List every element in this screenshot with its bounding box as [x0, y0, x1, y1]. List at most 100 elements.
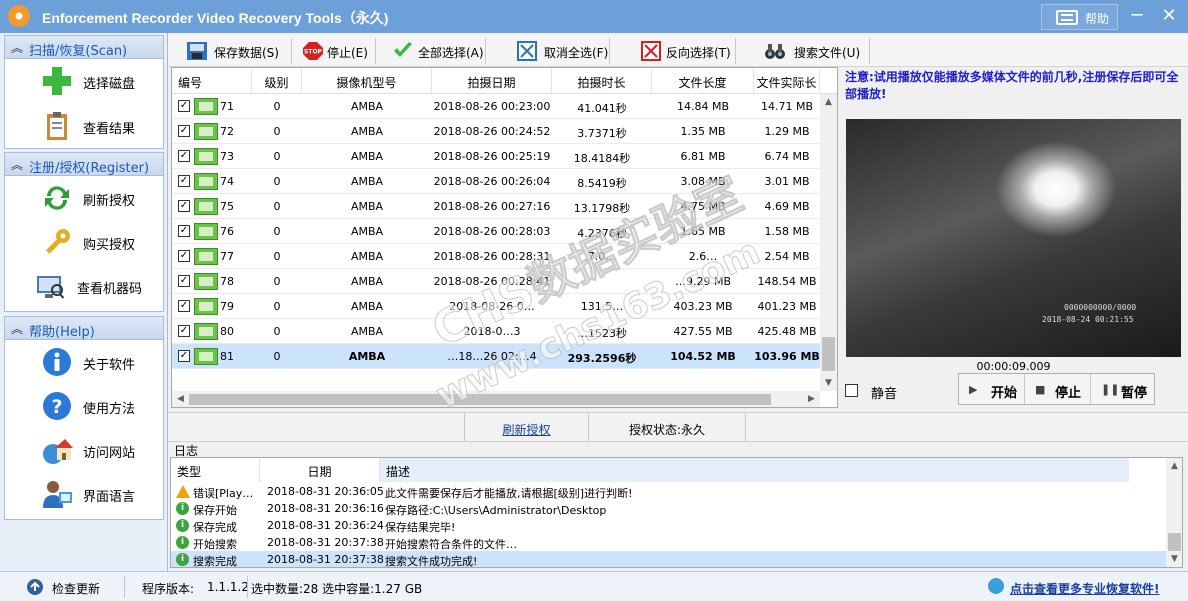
row-checkbox[interactable]: ✓ — [178, 225, 190, 237]
column-header-size[interactable]: 文件长度 — [652, 68, 754, 94]
pause-button[interactable]: ❚❚ 暂停 — [1091, 374, 1155, 404]
log-row[interactable]: i 保存开始 2018-08-31 20:36:16 保存路径:C:\Users\Ad… — [171, 500, 1166, 517]
sidebar-item-view-results[interactable]: 查看结果 — [41, 108, 161, 144]
sidebar-item-label: 使用方法 — [83, 402, 136, 417]
more-software-link[interactable]: 点击查看更多专业恢复软件! — [1010, 580, 1159, 597]
sidebar-section-register[interactable]: ︽ 注册/授权(Register) — [4, 152, 164, 176]
sidebar-section-help[interactable]: ︽ 帮助(Help) — [4, 316, 164, 340]
row-checkbox[interactable]: ✓ — [178, 175, 190, 187]
log-row[interactable]: i 搜索完成 2018-08-31 20:37:38 搜索文件成功完成! — [171, 551, 1166, 567]
log-list: 类型 日期 描述 错误[Play… 2018-08-31 20:36:05 此文件需… — [170, 457, 1183, 568]
row-checkbox[interactable]: ✓ — [178, 250, 190, 262]
collapse-chevron-icon: ︽ — [11, 41, 24, 55]
play-button[interactable]: ▶ 开始 — [959, 374, 1025, 404]
invert-selection-button[interactable]: 反向选择(T) — [634, 38, 736, 64]
column-header-date[interactable]: 拍摄日期 — [432, 68, 552, 94]
sidebar-item-label: 选择磁盘 — [83, 77, 136, 92]
scroll-down-arrow-icon[interactable]: ▼ — [1166, 551, 1182, 567]
table-row[interactable]: ✓ 74 0 AMBA 2018-08-26 00:26:04 8.5419秒 3.08 M… — [172, 169, 820, 194]
table-row[interactable]: ✓ 79 0 AMBA 2018-08-26 0… 131.5… 403.23 MB 401.… — [172, 294, 820, 319]
scroll-up-arrow-icon[interactable]: ▲ — [1166, 458, 1182, 474]
log-type: 保存开始 — [193, 504, 237, 517]
row-checkbox[interactable]: ✓ — [178, 150, 190, 162]
table-row[interactable]: ✓ 77 0 AMBA 2018-08-26 00:28:31 7.0… 2.6… 2.54 … — [172, 244, 820, 269]
table-row[interactable]: ✓ 72 0 AMBA 2018-08-26 00:24:52 3.7371秒 1.35 M… — [172, 119, 820, 144]
close-button[interactable]: ✕ — [1154, 4, 1184, 30]
cell-id: 73 — [220, 150, 234, 163]
log-type: 保存完成 — [193, 521, 237, 534]
log-vertical-scrollbar[interactable]: ▲ ▼ — [1166, 458, 1182, 567]
column-header-id[interactable]: 编号 — [172, 68, 252, 94]
cell-level: 0 — [273, 250, 281, 263]
table-row[interactable]: ✓ 75 0 AMBA 2018-08-26 00:27:16 13.1798秒 4.75 … — [172, 194, 820, 219]
row-checkbox[interactable]: ✓ — [178, 100, 190, 112]
column-header-model[interactable]: 摄像机型号 — [302, 68, 432, 94]
sidebar-item-usage[interactable]: ? 使用方法 — [41, 388, 161, 424]
sidebar-item-about[interactable]: 关于软件 — [41, 344, 161, 380]
refresh-icon — [45, 186, 69, 210]
log-column-date[interactable]: 日期 — [259, 458, 379, 482]
table-vertical-scrollbar[interactable]: ▲ ▼ — [820, 94, 837, 391]
table-row[interactable]: ✓ 73 0 AMBA 2018-08-26 00:25:19 18.4184秒 6.81 … — [172, 144, 820, 169]
column-header-actual-size[interactable]: 文件实际长 — [754, 68, 820, 94]
stop-playback-button[interactable]: ■ 停止 — [1025, 374, 1091, 404]
log-row[interactable]: 错误[Play… 2018-08-31 20:36:05 此文件需要保存后才能播放,… — [171, 483, 1166, 500]
checkbox-box[interactable] — [845, 384, 858, 397]
scroll-up-arrow-icon[interactable]: ▲ — [820, 94, 837, 110]
info-icon: i — [176, 502, 189, 515]
column-header-duration[interactable]: 拍摄时长 — [552, 68, 652, 94]
sidebar-section-body: 关于软件 ? 使用方法 访问网站 界面语言 — [4, 340, 164, 520]
toolbar-label: 保存数据(S) — [214, 46, 279, 60]
video-preview[interactable]: 0000000000/0000 2018-08-24 00:21:55 — [846, 119, 1181, 357]
scroll-down-arrow-icon[interactable]: ▼ — [820, 375, 837, 391]
unselect-all-button[interactable]: 取消全选(F) — [510, 38, 610, 64]
sidebar-item-machine-code[interactable]: 查看机器码 — [35, 268, 155, 304]
row-checkbox[interactable]: ✓ — [178, 200, 190, 212]
scroll-thumb[interactable] — [1168, 533, 1181, 551]
column-header-level[interactable]: 级别 — [252, 68, 302, 94]
stop-button[interactable]: STOP 停止(E) — [296, 38, 376, 64]
scroll-thumb[interactable] — [189, 394, 771, 405]
row-checkbox[interactable]: ✓ — [178, 275, 190, 287]
refresh-license-link[interactable]: 刷新授权 — [502, 423, 550, 437]
svg-text:STOP: STOP — [304, 49, 323, 56]
minimize-button[interactable]: ─ — [1122, 4, 1152, 30]
info-icon: i — [176, 536, 189, 549]
scroll-thumb[interactable] — [822, 337, 835, 371]
table-row[interactable]: ✓ 81 0 AMBA …18…26 02:…4 293.2596秒 104.52 MB 10… — [172, 344, 820, 369]
row-checkbox[interactable]: ✓ — [178, 125, 190, 137]
cell-actual-size: 2.54 MB — [764, 250, 810, 263]
status-bar: 检查更新 程序版本: 1.1.1.2 选中数量:28 选中容量:1.27 GB … — [0, 571, 1188, 601]
scroll-right-arrow-icon[interactable]: ▶ — [803, 391, 820, 407]
sidebar-item-visit-website[interactable]: 访问网站 — [41, 432, 161, 468]
row-checkbox[interactable]: ✓ — [178, 325, 190, 337]
sidebar-item-ui-language[interactable]: 界面语言 — [41, 476, 161, 512]
save-data-button[interactable]: 保存数据(S) — [180, 38, 292, 64]
log-column-type[interactable]: 类型 — [177, 458, 257, 482]
search-files-button[interactable]: 搜索文件(U) — [758, 38, 870, 64]
log-column-desc[interactable]: 描述 — [379, 458, 1129, 482]
sidebar-item-select-disk[interactable]: 选择磁盘 — [41, 63, 161, 99]
cell-level: 0 — [273, 100, 281, 113]
table-row[interactable]: ✓ 80 0 AMBA 2018-0…3 …1523秒 427.55 MB 425.48 MB — [172, 319, 820, 344]
table-row[interactable]: ✓ 78 0 AMBA 2018-08-26 00:28:41 …9.29 MB 148.5… — [172, 269, 820, 294]
scroll-left-arrow-icon[interactable]: ◀ — [172, 391, 189, 407]
sidebar-item-buy-license[interactable]: 购买授权 — [41, 224, 161, 260]
sidebar-item-label: 关于软件 — [83, 358, 136, 373]
row-checkbox[interactable]: ✓ — [178, 350, 190, 362]
cell-date: 2018-08-26 00:26:04 — [433, 175, 551, 188]
row-checkbox[interactable]: ✓ — [178, 300, 190, 312]
log-row[interactable]: i 开始搜索 2018-08-31 20:37:38 开始搜索符合条件的文件… — [171, 534, 1166, 551]
cell-id: 71 — [220, 100, 234, 113]
table-row[interactable]: ✓ 76 0 AMBA 2018-08-26 00:28:03 4.2376秒 1.65 M… — [172, 219, 820, 244]
log-row[interactable]: i 保存完成 2018-08-31 20:36:24 保存结果完毕! — [171, 517, 1166, 534]
table-row[interactable]: ✓ 71 0 AMBA 2018-08-26 00:23:00 41.041秒 14.84 … — [172, 94, 820, 119]
select-all-button[interactable]: 全部选择(A) — [386, 38, 486, 64]
table-horizontal-scrollbar[interactable]: ◀ ▶ — [172, 391, 820, 407]
cell-size: 14.84 MB — [676, 100, 730, 113]
sidebar-item-refresh-license[interactable]: 刷新授权 — [41, 180, 161, 216]
question-icon: ? — [43, 392, 71, 420]
help-button[interactable]: 帮助 — [1041, 4, 1118, 30]
sidebar-section-scan[interactable]: ︽ 扫描/恢复(Scan) — [4, 35, 164, 59]
cell-id: 80 — [220, 325, 234, 338]
